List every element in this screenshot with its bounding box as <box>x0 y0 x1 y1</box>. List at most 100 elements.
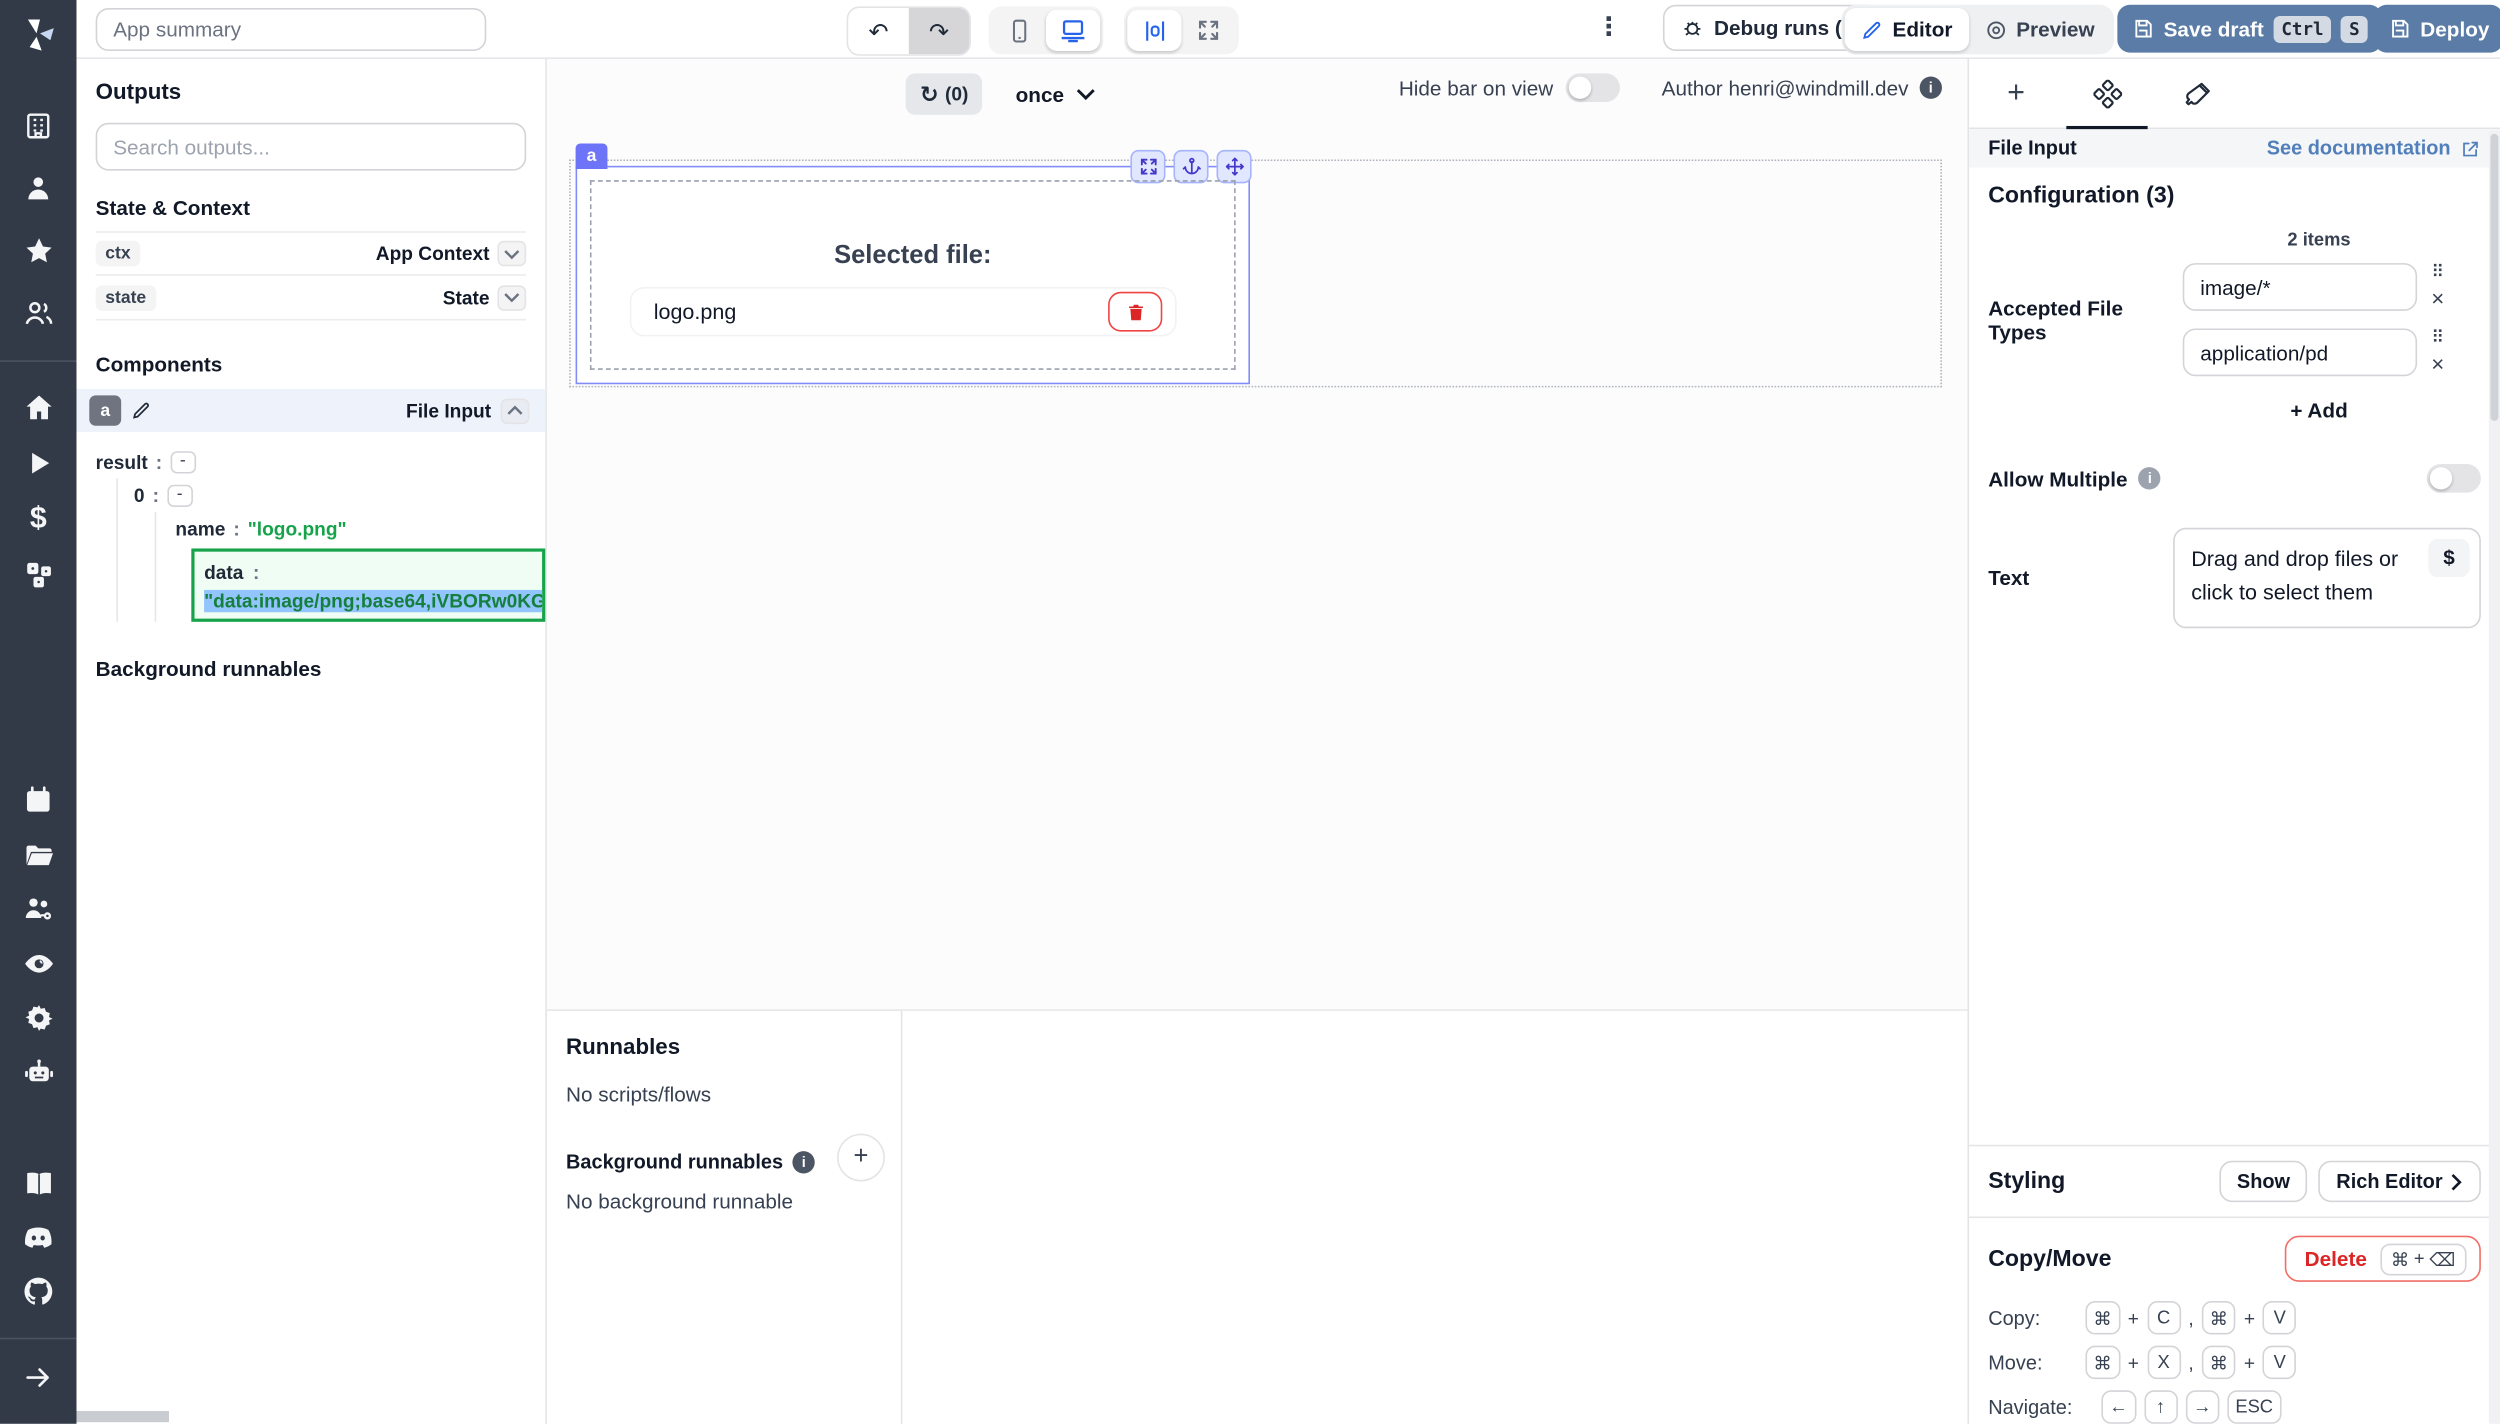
sidebar-group-links <box>19 1164 57 1311</box>
state-context-title: State & Context <box>96 196 526 220</box>
styling-show-button[interactable]: Show <box>2219 1161 2307 1202</box>
move-component-button[interactable] <box>1217 150 1252 183</box>
preview-icon <box>1984 18 2006 40</box>
tree-key: result <box>96 450 148 472</box>
undo-button[interactable]: ↶ <box>848 8 909 54</box>
add-file-type-button[interactable]: + Add <box>2202 399 2436 423</box>
deploy-button[interactable]: Deploy <box>2374 5 2500 53</box>
drag-handle-icon[interactable]: ⠿ <box>2431 265 2444 283</box>
component-tools <box>1130 150 1251 183</box>
output-row-ctx[interactable]: ctx App Context <box>96 231 526 276</box>
allow-multiple-label: Allow Multiple <box>1988 466 2127 490</box>
file-type-input-1[interactable] <box>2183 328 2417 376</box>
center-layout-button[interactable] <box>1127 10 1181 51</box>
info-icon[interactable] <box>1920 77 1942 99</box>
tab-insert[interactable]: + <box>1971 59 2062 128</box>
dollar-icon[interactable]: $ <box>19 499 57 537</box>
app-canvas[interactable]: ↻ (0) once Hide bar on view Author he <box>547 59 1968 1009</box>
outputs-panel: Outputs State & Context ctx App Context <box>77 59 547 1424</box>
tab-component-settings[interactable] <box>2062 59 2153 128</box>
info-icon[interactable] <box>2139 467 2161 489</box>
frequency-dropdown[interactable]: once <box>1016 73 1096 114</box>
refresh-icon: ↻ <box>920 81 939 108</box>
file-dropzone[interactable]: Selected file: logo.png <box>590 180 1236 370</box>
component-list-row-a[interactable]: a File Input <box>77 389 546 432</box>
anchor-component-button[interactable] <box>1173 150 1208 183</box>
kbd-v: V <box>2263 1301 2296 1334</box>
save-draft-label: Save draft <box>2164 17 2264 41</box>
edit-pencil-icon[interactable] <box>131 400 152 421</box>
kbd-ctrl: Ctrl <box>2273 15 2331 42</box>
output-row-state[interactable]: state State <box>96 276 526 321</box>
delete-component-button[interactable]: Delete ⌘ + ⌫ <box>2286 1236 2481 1282</box>
users-icon[interactable] <box>19 293 57 331</box>
editor-preview-segmented: Editor Preview <box>1842 5 2114 54</box>
remove-file-type-button[interactable]: × <box>2431 352 2444 374</box>
component-collapse-button[interactable] <box>501 398 530 424</box>
cubes-icon[interactable] <box>19 555 57 593</box>
windmill-logo[interactable] <box>0 0 77 70</box>
eye-icon[interactable] <box>19 944 57 982</box>
expand-sidebar-arrow-icon[interactable] <box>19 1358 57 1396</box>
navigate-label: Navigate: <box>1988 1396 2093 1418</box>
copy-move-title: Copy/Move <box>1988 1246 2111 1272</box>
vertical-scrollbar[interactable] <box>2489 131 2500 1424</box>
kbd-arrow-up: ↑ <box>2144 1390 2177 1423</box>
rich-editor-button[interactable]: Rich Editor <box>2319 1161 2481 1202</box>
state-expand-button[interactable] <box>497 285 526 311</box>
star-icon[interactable] <box>19 231 57 269</box>
data-field-highlight[interactable]: data : "data:image/png;base64,iVBORw0KGg… <box>191 548 545 621</box>
user-group-gear-icon[interactable] <box>19 890 57 928</box>
add-background-runnable-button[interactable]: + <box>837 1134 885 1182</box>
expand-component-button[interactable] <box>1130 150 1165 183</box>
sidebar-group-workspace <box>19 107 57 332</box>
user-icon[interactable] <box>19 169 57 207</box>
folder-icon[interactable] <box>19 835 57 873</box>
tab-styling[interactable] <box>2152 59 2243 128</box>
home-icon[interactable] <box>19 387 57 425</box>
remove-file-type-button[interactable]: × <box>2431 287 2444 309</box>
remove-file-button[interactable] <box>1108 292 1162 332</box>
github-icon[interactable] <box>19 1272 57 1310</box>
desktop-view-button[interactable] <box>1046 10 1100 51</box>
fileinput-component-selected[interactable]: a <box>576 166 1250 384</box>
recompute-button[interactable]: ↻ (0) <box>906 73 983 114</box>
drag-handle-icon[interactable]: ⠿ <box>2431 330 2444 348</box>
expand-icon <box>1138 156 1159 177</box>
component-grid-icon <box>2093 79 2122 108</box>
collapse-result-button[interactable]: - <box>170 450 196 472</box>
output-tree: result : - 0 : - name : <box>96 445 526 622</box>
redo-button[interactable]: ↷ <box>909 8 970 54</box>
gear-icon[interactable] <box>19 998 57 1036</box>
allow-multiple-setting: Allow Multiple <box>1988 464 2481 493</box>
tab-preview[interactable]: Preview <box>1968 8 2110 51</box>
building-icon[interactable] <box>19 107 57 145</box>
see-documentation-link[interactable]: See documentation <box>2267 137 2481 159</box>
mobile-view-button[interactable] <box>992 10 1046 51</box>
more-menu-button[interactable]: ⋮ <box>1596 11 1622 43</box>
settings-component-title: File Input <box>1988 137 2077 159</box>
kebab-icon: ⋮ <box>1596 14 1622 41</box>
book-icon[interactable] <box>19 1164 57 1202</box>
fullwidth-layout-button[interactable] <box>1181 10 1235 51</box>
horizontal-scrollbar[interactable] <box>77 1411 169 1422</box>
allow-multiple-toggle[interactable] <box>2427 464 2481 493</box>
app-summary-input[interactable] <box>96 8 487 51</box>
calendar-icon[interactable] <box>19 781 57 819</box>
play-icon[interactable] <box>19 443 57 481</box>
collapse-0-button[interactable]: - <box>167 484 193 506</box>
info-icon[interactable] <box>793 1151 815 1173</box>
connect-expression-button[interactable]: $ <box>2428 539 2469 577</box>
robot-icon[interactable] <box>19 1052 57 1090</box>
recompute-count: (0) <box>945 83 968 105</box>
discord-icon[interactable] <box>19 1218 57 1256</box>
search-outputs-input[interactable] <box>96 123 526 171</box>
component-type-label: File Input <box>406 399 491 421</box>
save-draft-button[interactable]: Save draft Ctrl S <box>2117 5 2382 53</box>
center-column: ↻ (0) once Hide bar on view Author he <box>547 59 1968 1424</box>
text-value-input[interactable]: Drag and drop files or click to select t… <box>2174 528 2481 628</box>
ctx-expand-button[interactable] <box>497 241 526 267</box>
file-type-input-0[interactable] <box>2183 263 2417 311</box>
hide-bar-toggle[interactable] <box>1566 73 1620 102</box>
tab-editor[interactable]: Editor <box>1845 8 1969 51</box>
